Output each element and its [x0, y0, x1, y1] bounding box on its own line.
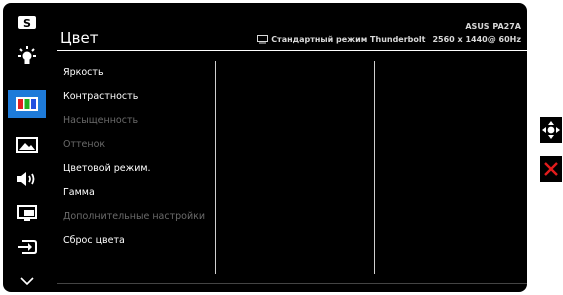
input-select-icon[interactable] [8, 234, 46, 260]
menu-item-saturation: Насыщенность [63, 115, 139, 126]
column-divider-1 [215, 61, 216, 274]
footer-divider [57, 283, 527, 284]
column-divider-2 [374, 61, 375, 274]
menu-item-color-temp[interactable]: Цветовой режим. [63, 163, 151, 174]
image-icon[interactable] [8, 132, 46, 158]
menu-item-brightness[interactable]: Яркость [63, 67, 104, 78]
menu-item-gamma[interactable]: Гамма [63, 187, 95, 198]
chevron-down-icon[interactable] [8, 268, 46, 292]
model-name: ASUS PA27A [465, 22, 521, 31]
menu-item-hue: Оттенок [63, 139, 106, 150]
page-title: Цвет [60, 29, 99, 47]
menu-item-advanced: Дополнительные настройки [63, 211, 206, 222]
sound-icon[interactable] [8, 166, 46, 192]
header-divider [57, 50, 527, 51]
menu-item-color-reset[interactable]: Сброс цвета [63, 235, 125, 246]
pip-icon[interactable] [8, 200, 46, 226]
close-icon[interactable] [540, 156, 562, 182]
color-icon[interactable] [8, 90, 46, 118]
mode-label: Стандартный режим Thunderbolt [271, 35, 426, 44]
resolution-label: 2560 x 1440@ 60Hz [432, 35, 521, 44]
monitor-icon [257, 35, 269, 44]
blue-light-filter-icon[interactable] [8, 43, 46, 69]
svg-text:S: S [23, 17, 31, 30]
osd-menu: S Цвет ASUS PA27A Стандартный режим Thun… [3, 3, 527, 292]
splendid-icon[interactable]: S [8, 10, 46, 36]
menu-item-contrast[interactable]: Контрастность [63, 91, 138, 102]
navigation-joystick-icon[interactable] [540, 117, 562, 143]
status-line: Стандартный режим Thunderbolt 2560 x 144… [257, 35, 521, 44]
sidebar: S [8, 6, 46, 292]
